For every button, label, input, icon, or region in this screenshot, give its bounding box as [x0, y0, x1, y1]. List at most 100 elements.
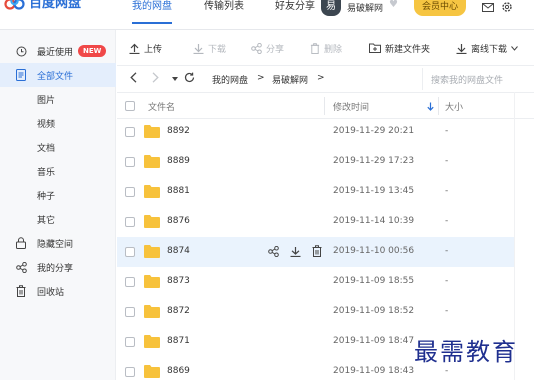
settings-icon[interactable] [500, 0, 514, 14]
table-row[interactable]: 8876 2019-11-14 10:39 - [117, 207, 514, 237]
sidebar-item-label: 全部文件 [37, 71, 74, 82]
file-size: - [445, 216, 449, 226]
upload-button[interactable]: 上传 [129, 41, 162, 55]
tab-friend-share[interactable]: 好友分享 [275, 0, 315, 30]
row-checkbox[interactable] [125, 217, 135, 227]
sidebar-item-images[interactable]: 图片 [0, 87, 116, 111]
row-checkbox[interactable] [125, 307, 135, 317]
sidebar-item-recent[interactable]: 最近使用 NEW [0, 39, 116, 63]
sidebar-item-label: 我的分享 [37, 263, 74, 274]
new-badge: NEW [78, 45, 107, 57]
file-name[interactable]: 8892 [167, 126, 190, 136]
file-size: - [445, 156, 449, 166]
file-name[interactable]: 8874 [167, 246, 190, 256]
column-divider[interactable] [438, 97, 439, 115]
file-name[interactable]: 8869 [167, 366, 190, 376]
file-date: 2019-11-29 17:23 [333, 156, 415, 166]
refresh-icon[interactable] [183, 72, 195, 86]
file-name[interactable]: 8876 [167, 216, 190, 226]
file-name[interactable]: 8871 [167, 336, 190, 346]
folder-icon [144, 215, 160, 228]
clock-icon [15, 45, 27, 57]
file-date: 2019-11-09 18:52 [333, 306, 415, 316]
sidebar-item-torrents[interactable]: 种子 [0, 183, 116, 207]
share-icon[interactable] [267, 245, 279, 257]
sidebar: 最近使用 NEW 全部文件 图片 视频 文档 音乐 种子 其它 隐藏空间 我的分… [0, 30, 116, 380]
table-header: 文件名 修改时间 大小 [117, 92, 534, 119]
app-logo[interactable]: 百度网盘 [4, 0, 81, 14]
row-checkbox[interactable] [125, 337, 135, 347]
offline-download-button[interactable]: 离线下载 [456, 41, 518, 55]
breadcrumb-separator: > [317, 73, 325, 83]
column-divider[interactable] [324, 97, 325, 115]
sidebar-item-all-files[interactable]: 全部文件 [0, 63, 116, 87]
sidebar-item-hidden-space[interactable]: 隐藏空间 [0, 231, 116, 255]
username[interactable]: 易破解网 [347, 1, 383, 14]
folder-icon [144, 275, 160, 288]
breadcrumb-current-folder[interactable]: 易破解网 [272, 73, 308, 86]
row-checkbox[interactable] [125, 247, 135, 257]
file-name[interactable]: 8873 [167, 276, 190, 286]
column-header-name[interactable]: 文件名 [148, 100, 175, 113]
row-checkbox[interactable] [125, 277, 135, 287]
lock-icon [15, 237, 27, 249]
table-row[interactable]: 8889 2019-11-29 17:23 - [117, 147, 514, 177]
breadcrumb-my-disk[interactable]: 我的网盘 [212, 73, 248, 86]
sidebar-item-recycle-bin[interactable]: 回收站 [0, 279, 116, 303]
chevron-down-icon [511, 45, 518, 51]
upload-label: 上传 [144, 44, 163, 55]
download-icon [193, 43, 204, 54]
file-size: - [445, 306, 449, 316]
back-arrow-icon[interactable] [127, 72, 139, 86]
download-button[interactable]: 下载 [193, 41, 226, 55]
mail-icon[interactable] [481, 0, 495, 14]
file-name[interactable]: 8881 [167, 186, 190, 196]
select-all-checkbox[interactable] [125, 101, 135, 111]
column-header-size[interactable]: 大小 [445, 100, 463, 113]
sidebar-item-label: 其它 [37, 215, 56, 226]
share-label: 分享 [266, 44, 285, 55]
delete-button[interactable]: 删除 [310, 41, 342, 55]
download-icon[interactable] [289, 245, 301, 257]
tab-transfer-list[interactable]: 传输列表 [204, 0, 244, 30]
vip-heart-icon: ♥ [389, 0, 398, 10]
sidebar-item-my-shares[interactable]: 我的分享 [0, 255, 116, 279]
table-row[interactable]: 8874 2019-11-10 00:56 - [117, 237, 514, 267]
sidebar-item-others[interactable]: 其它 [0, 207, 116, 231]
folder-icon [144, 155, 160, 168]
table-row[interactable]: 8881 2019-11-19 13:45 - [117, 177, 514, 207]
table-row[interactable]: 8873 2019-11-09 18:55 - [117, 267, 514, 297]
file-date: 2019-11-10 00:56 [333, 246, 415, 256]
trash-icon [15, 285, 27, 297]
avatar[interactable]: 易 [321, 0, 341, 16]
sidebar-item-label: 图片 [37, 95, 56, 106]
search-input[interactable]: 搜索我的网盘文件 [422, 68, 534, 90]
history-dropdown-icon[interactable] [169, 72, 181, 86]
file-size: - [445, 126, 449, 136]
row-checkbox[interactable] [125, 157, 135, 167]
table-row[interactable]: 8892 2019-11-29 20:21 - [117, 117, 514, 147]
sidebar-item-music[interactable]: 音乐 [0, 159, 116, 183]
sidebar-item-videos[interactable]: 视频 [0, 111, 116, 135]
search-placeholder: 搜索我的网盘文件 [431, 76, 504, 86]
folder-icon [144, 335, 160, 348]
row-checkbox[interactable] [125, 187, 135, 197]
forward-arrow-icon[interactable] [149, 72, 161, 86]
column-header-modified[interactable]: 修改时间 [333, 100, 369, 113]
sidebar-item-label: 最近使用 [37, 47, 74, 58]
trash-icon[interactable] [311, 245, 323, 257]
file-name[interactable]: 8889 [167, 156, 190, 166]
share-button[interactable]: 分享 [251, 41, 284, 55]
sidebar-item-documents[interactable]: 文档 [0, 135, 116, 159]
trash-icon [310, 42, 320, 54]
row-checkbox[interactable] [125, 367, 135, 377]
member-center-button[interactable]: 会员中心 [414, 0, 466, 16]
file-name[interactable]: 8872 [167, 306, 190, 316]
row-actions [267, 245, 323, 257]
new-folder-button[interactable]: 新建文件夹 [369, 41, 430, 55]
sort-arrow-down-icon[interactable] [427, 102, 434, 111]
tab-my-disk[interactable]: 我的网盘 [132, 0, 172, 30]
download-label: 下载 [208, 44, 227, 55]
table-row[interactable]: 8872 2019-11-09 18:52 - [117, 297, 514, 327]
row-checkbox[interactable] [125, 127, 135, 137]
